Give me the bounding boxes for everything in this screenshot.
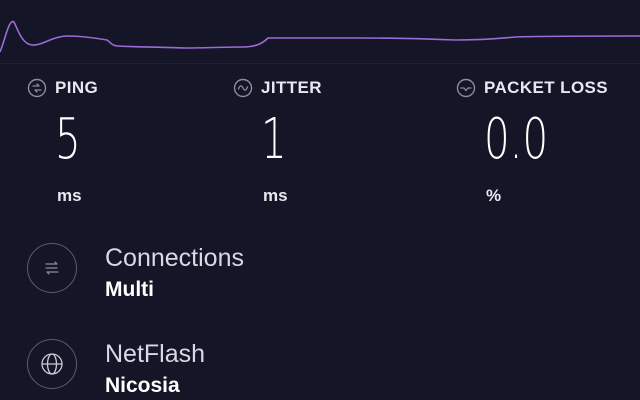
server-location: Nicosia: [105, 374, 180, 397]
packet-loss-icon: [456, 78, 476, 98]
connections-title: Connections: [105, 244, 244, 272]
server-text: NetFlash Nicosia: [105, 340, 205, 398]
ping-value: 5: [55, 107, 81, 172]
packet-loss-unit: %: [486, 186, 502, 205]
ping-label: PING: [55, 78, 99, 97]
globe-glyph-icon: [41, 353, 63, 375]
jitter-icon: [233, 78, 253, 98]
connections-arrows-icon: [45, 261, 59, 275]
connections-icon: [27, 243, 77, 293]
ping-icon: [27, 78, 47, 98]
packet-loss-label: PACKET LOSS: [484, 78, 609, 97]
jitter-unit: ms: [263, 186, 288, 205]
speedtest-results-screen: PING 5 ms JITTER 1 ms PACKET LOSS 0.0 %: [0, 0, 640, 400]
connections-value: Multi: [105, 278, 154, 301]
latency-graph: [0, 20, 640, 53]
jitter-label: JITTER: [261, 78, 322, 97]
jitter-header: JITTER: [233, 78, 322, 98]
jitter-metric: JITTER 1 ms: [233, 78, 322, 206]
packet-loss-metric: PACKET LOSS 0.0 %: [456, 78, 608, 206]
ping-metric: PING 5 ms: [27, 78, 98, 206]
ping-unit: ms: [57, 186, 82, 205]
packet-loss-header: PACKET LOSS: [456, 78, 608, 98]
packet-loss-value: 0.0: [484, 107, 549, 172]
server-provider-name: NetFlash: [105, 340, 206, 368]
ping-header: PING: [27, 78, 98, 98]
connections-text: Connections Multi: [105, 244, 244, 302]
section-divider: [0, 63, 640, 64]
globe-icon: [27, 339, 77, 389]
server-row[interactable]: NetFlash Nicosia: [27, 339, 205, 398]
connections-row[interactable]: Connections Multi: [27, 243, 244, 302]
jitter-value: 1: [261, 107, 287, 172]
latency-graph-line: [0, 20, 640, 53]
